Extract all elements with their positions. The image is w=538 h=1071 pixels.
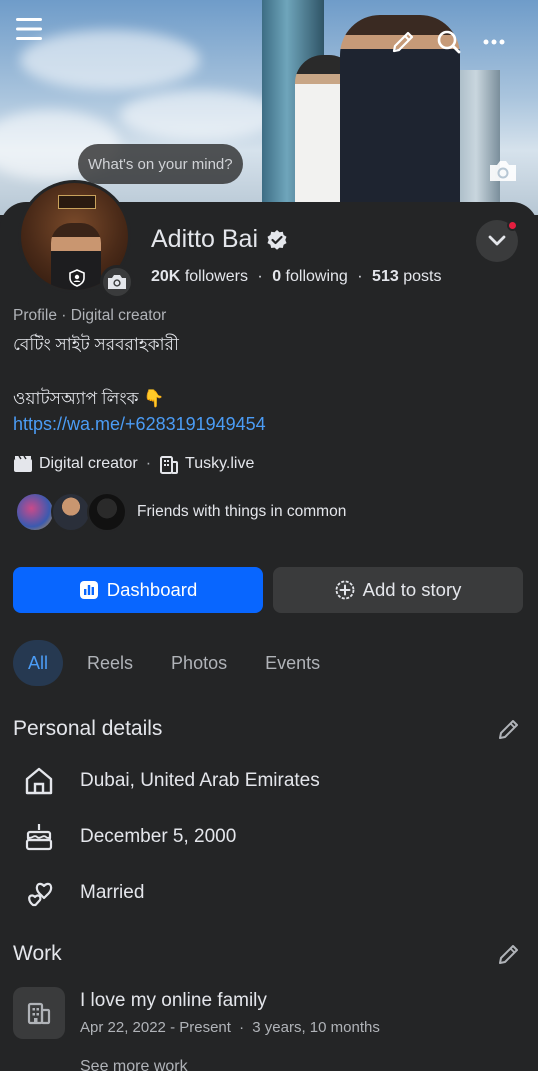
detail-row-location: Dubai, United Arab Emirates [22, 764, 320, 798]
friend-avatar-2[interactable] [51, 492, 91, 532]
whats-on-your-mind-bubble[interactable]: What's on your mind? [78, 144, 243, 184]
menu-icon[interactable] [14, 14, 44, 44]
avatar-sign [58, 195, 96, 209]
tab-events[interactable]: Events [251, 640, 334, 686]
verified-badge-icon [267, 229, 287, 250]
avatar-camera-button[interactable] [100, 265, 134, 299]
friends-common-label[interactable]: Friends with things in common [137, 503, 346, 521]
work-job-dates: Apr 22, 2022 - Present · 3 years, 10 mon… [80, 1019, 380, 1036]
relationship-text: Married [80, 882, 145, 903]
status-bubble-text: What's on your mind? [88, 155, 233, 173]
personal-details-title: Personal details [13, 717, 163, 740]
profile-name-text: Aditto Bai [151, 225, 259, 253]
add-story-icon [335, 580, 355, 600]
briefcase-icon [160, 456, 179, 474]
edit-work-icon[interactable] [497, 942, 523, 968]
followers-label[interactable]: followers [185, 268, 248, 285]
detail-row-birthday: December 5, 2000 [22, 820, 236, 854]
search-icon[interactable] [435, 28, 463, 56]
posts-count: 513 [372, 268, 399, 285]
friend-avatar-1[interactable] [15, 492, 55, 532]
posts-label: posts [403, 268, 442, 285]
profile-type-line: Profile · Digital creator [13, 307, 167, 324]
profile-name: Aditto Bai [151, 225, 288, 254]
detail-row-relationship: Married [22, 876, 144, 910]
dashboard-icon [79, 581, 98, 599]
following-label[interactable]: following [286, 268, 348, 285]
cover-camera-icon[interactable] [486, 156, 520, 186]
camera-icon [108, 275, 126, 289]
following-count[interactable]: 0 [272, 268, 281, 285]
friend-avatar-3[interactable] [87, 492, 127, 532]
add-to-story-button[interactable]: Add to story [273, 567, 523, 613]
birthday-text: December 5, 2000 [80, 826, 237, 847]
followers-count[interactable]: 20K [151, 268, 180, 285]
work-duration: 3 years, 10 months [252, 1019, 380, 1036]
work-title: Work [13, 942, 62, 965]
work-dates: Apr 22, 2022 - Present [80, 1019, 231, 1036]
more-options-icon[interactable] [481, 32, 507, 52]
notification-dot [507, 220, 518, 231]
tab-reels[interactable]: Reels [73, 640, 147, 686]
tab-photos[interactable]: Photos [157, 640, 241, 686]
hearts-icon [22, 876, 56, 910]
birthday-cake-icon [22, 820, 56, 854]
mutual-friends-row[interactable]: Friends with things in common [15, 492, 346, 532]
bio-link[interactable]: https://wa.me/+6283191949454 [13, 414, 266, 435]
chevron-down-icon [488, 235, 506, 246]
shield-icon [69, 269, 85, 287]
bio-line-2: ওয়াটসঅ্যাপ লিংক 👇 [13, 389, 165, 408]
tab-all[interactable]: All [13, 640, 64, 686]
tag-separator: · [145, 455, 152, 472]
work-job-title[interactable]: I love my online family [80, 990, 267, 1012]
profile-tags: Digital creator · Tusky.live [13, 454, 254, 474]
tag-category: Digital creator [39, 455, 138, 472]
edit-details-icon[interactable] [497, 717, 523, 743]
home-icon [22, 764, 56, 798]
edit-cover-icon[interactable] [389, 28, 417, 56]
dashboard-button-label: Dashboard [106, 579, 198, 600]
location-text: Dubai, United Arab Emirates [80, 770, 320, 791]
dashboard-button[interactable]: Dashboard [13, 567, 263, 613]
work-duration-separator: · [239, 1019, 245, 1036]
profile-tabs: All Reels Photos Events [13, 640, 344, 686]
profile-stats: 20K followers · 0 following · 513 posts [151, 268, 442, 285]
see-more-work-link[interactable]: See more work [80, 1058, 188, 1071]
add-to-story-label: Add to story [362, 579, 462, 600]
workplace-icon[interactable] [13, 987, 65, 1039]
clapperboard-icon [14, 455, 32, 472]
tag-site[interactable]: Tusky.live [185, 455, 254, 473]
bio-line-1: বেটিং সাইট সরবরাহকারী [13, 335, 179, 354]
